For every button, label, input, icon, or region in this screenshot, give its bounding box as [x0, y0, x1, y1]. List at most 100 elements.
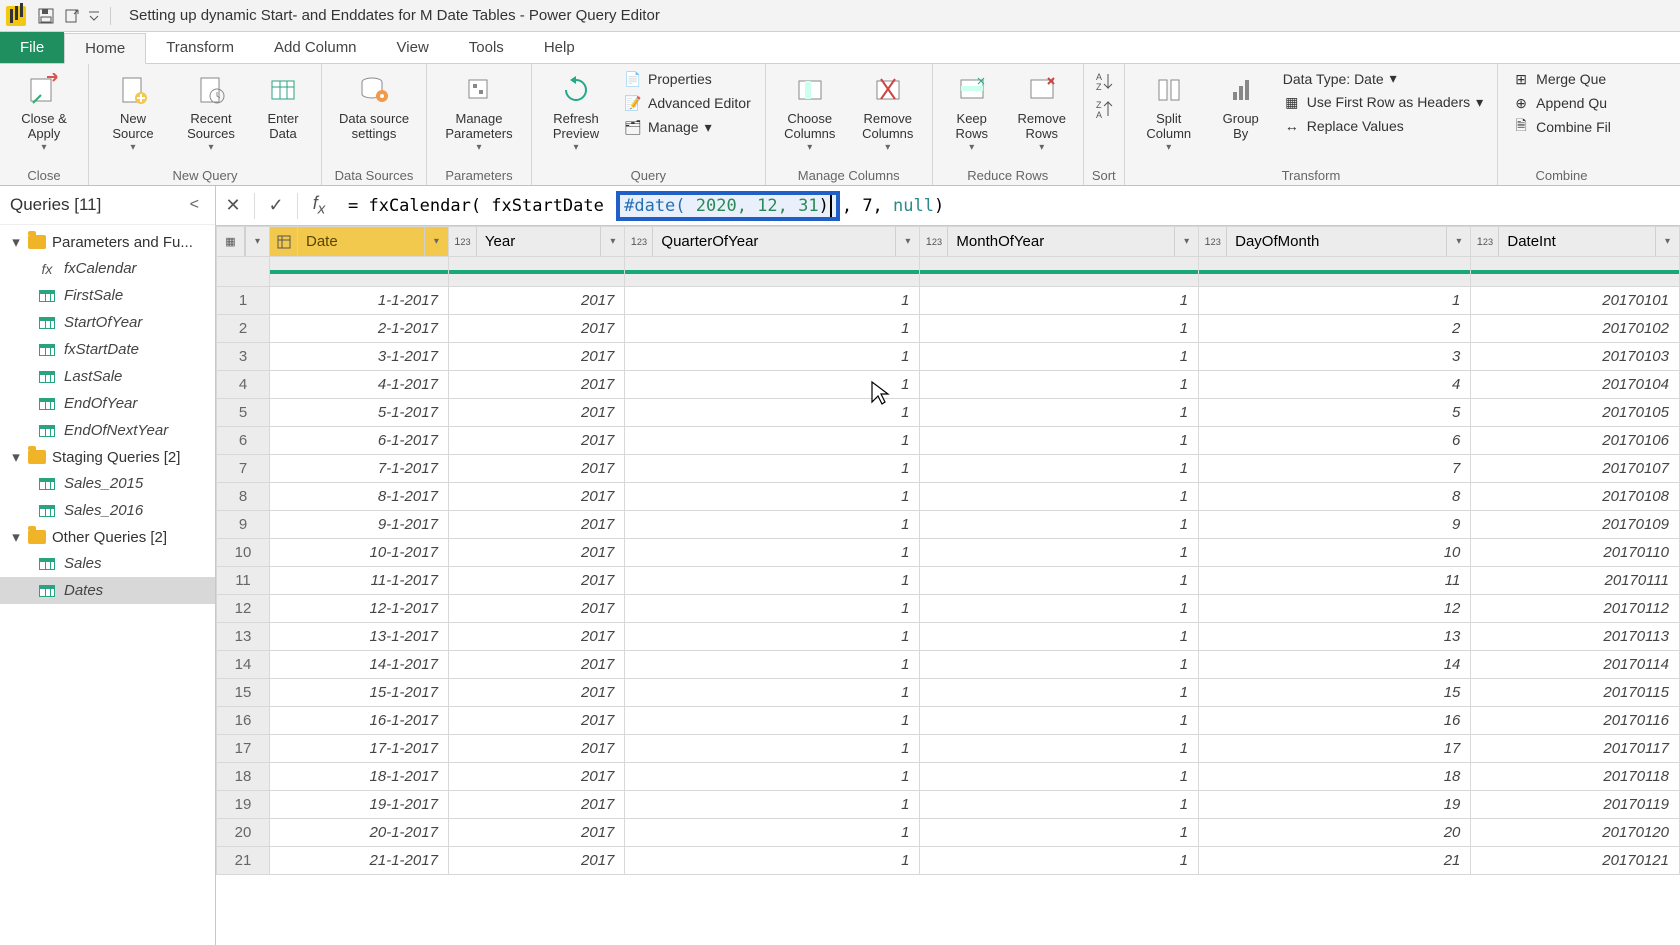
recent-sources-button[interactable]: Recent Sources▾: [175, 68, 247, 155]
cell-monthofyear[interactable]: 1: [920, 763, 1199, 791]
cell-monthofyear[interactable]: 1: [920, 819, 1199, 847]
data-grid[interactable]: ▦▾ Date▾123Year▾123QuarterOfYear▾123Mont…: [216, 226, 1680, 875]
cell-quarterofyear[interactable]: 1: [625, 567, 920, 595]
cell-quarterofyear[interactable]: 1: [625, 707, 920, 735]
row-number[interactable]: 3: [217, 343, 270, 371]
cell-dateint[interactable]: 20170102: [1471, 315, 1680, 343]
query-group-parameters[interactable]: ▾Parameters and Fu...: [0, 229, 215, 255]
column-header-quarterofyear[interactable]: 123QuarterOfYear▾: [625, 227, 920, 257]
table-row[interactable]: 1010-1-20172017111020170110: [217, 539, 1680, 567]
table-row[interactable]: 1111-1-20172017111120170111: [217, 567, 1680, 595]
cell-year[interactable]: 2017: [448, 455, 624, 483]
cell-monthofyear[interactable]: 1: [920, 847, 1199, 875]
query-item-fxstartdate[interactable]: fxStartDate: [0, 336, 215, 363]
row-number[interactable]: 18: [217, 763, 270, 791]
cell-quarterofyear[interactable]: 1: [625, 819, 920, 847]
cell-monthofyear[interactable]: 1: [920, 315, 1199, 343]
cell-quarterofyear[interactable]: 1: [625, 595, 920, 623]
cell-dateint[interactable]: 20170108: [1471, 483, 1680, 511]
formula-input[interactable]: = fxCalendar( fxStartDate #date( 2020, 1…: [340, 187, 1674, 225]
sort-asc-button[interactable]: AZ: [1092, 68, 1116, 94]
cell-dayofmonth[interactable]: 4: [1199, 371, 1471, 399]
tab-add-column[interactable]: Add Column: [254, 32, 377, 63]
cell-dayofmonth[interactable]: 3: [1199, 343, 1471, 371]
cell-quarterofyear[interactable]: 1: [625, 539, 920, 567]
sort-desc-button[interactable]: ZA: [1092, 96, 1116, 122]
column-filter-icon[interactable]: ▾: [895, 227, 919, 256]
column-type-icon[interactable]: 123: [1199, 227, 1227, 256]
table-row[interactable]: 88-1-2017201711820170108: [217, 483, 1680, 511]
choose-columns-button[interactable]: Choose Columns▾: [774, 68, 846, 155]
query-item-endofnextyear[interactable]: EndOfNextYear: [0, 417, 215, 444]
cell-quarterofyear[interactable]: 1: [625, 427, 920, 455]
cell-dateint[interactable]: 20170107: [1471, 455, 1680, 483]
cell-monthofyear[interactable]: 1: [920, 735, 1199, 763]
table-row[interactable]: 66-1-2017201711620170106: [217, 427, 1680, 455]
cell-monthofyear[interactable]: 1: [920, 679, 1199, 707]
tab-view[interactable]: View: [377, 32, 449, 63]
row-number[interactable]: 16: [217, 707, 270, 735]
row-number[interactable]: 13: [217, 623, 270, 651]
cell-dateint[interactable]: 20170109: [1471, 511, 1680, 539]
cell-quarterofyear[interactable]: 1: [625, 679, 920, 707]
cell-dateint[interactable]: 20170113: [1471, 623, 1680, 651]
cell-dayofmonth[interactable]: 17: [1199, 735, 1471, 763]
cell-dayofmonth[interactable]: 9: [1199, 511, 1471, 539]
query-item-endofyear[interactable]: EndOfYear: [0, 390, 215, 417]
table-row[interactable]: 2020-1-20172017112020170120: [217, 819, 1680, 847]
table-row[interactable]: 1414-1-20172017111420170114: [217, 651, 1680, 679]
cell-monthofyear[interactable]: 1: [920, 343, 1199, 371]
column-header-dateint[interactable]: 123DateInt▾: [1471, 227, 1680, 257]
cell-quarterofyear[interactable]: 1: [625, 343, 920, 371]
remove-columns-button[interactable]: Remove Columns▾: [852, 68, 924, 155]
row-number[interactable]: 8: [217, 483, 270, 511]
query-item-dates[interactable]: Dates: [0, 577, 215, 604]
row-number[interactable]: 11: [217, 567, 270, 595]
cell-dayofmonth[interactable]: 1: [1199, 287, 1471, 315]
cell-quarterofyear[interactable]: 1: [625, 847, 920, 875]
cell-date[interactable]: 15-1-2017: [270, 679, 449, 707]
cell-year[interactable]: 2017: [448, 315, 624, 343]
cell-dayofmonth[interactable]: 10: [1199, 539, 1471, 567]
cell-quarterofyear[interactable]: 1: [625, 763, 920, 791]
cell-dateint[interactable]: 20170111: [1471, 567, 1680, 595]
cell-date[interactable]: 1-1-2017: [270, 287, 449, 315]
cell-quarterofyear[interactable]: 1: [625, 371, 920, 399]
formula-accept-button[interactable]: ✓: [259, 189, 293, 223]
cell-date[interactable]: 7-1-2017: [270, 455, 449, 483]
cell-year[interactable]: 2017: [448, 287, 624, 315]
cell-dayofmonth[interactable]: 16: [1199, 707, 1471, 735]
cell-year[interactable]: 2017: [448, 567, 624, 595]
cell-dayofmonth[interactable]: 12: [1199, 595, 1471, 623]
cell-date[interactable]: 21-1-2017: [270, 847, 449, 875]
cell-quarterofyear[interactable]: 1: [625, 735, 920, 763]
query-group-other[interactable]: ▾Other Queries [2]: [0, 524, 215, 550]
table-row[interactable]: 11-1-2017201711120170101: [217, 287, 1680, 315]
first-row-headers-button[interactable]: ▦Use First Row as Headers ▾: [1277, 91, 1489, 113]
cell-dayofmonth[interactable]: 20: [1199, 819, 1471, 847]
combine-files-button[interactable]: 🗎Combine Fil: [1506, 116, 1617, 138]
cell-date[interactable]: 11-1-2017: [270, 567, 449, 595]
cell-monthofyear[interactable]: 1: [920, 427, 1199, 455]
cell-year[interactable]: 2017: [448, 651, 624, 679]
cell-monthofyear[interactable]: 1: [920, 595, 1199, 623]
table-row[interactable]: 2121-1-20172017112120170121: [217, 847, 1680, 875]
cell-date[interactable]: 17-1-2017: [270, 735, 449, 763]
cell-dateint[interactable]: 20170116: [1471, 707, 1680, 735]
row-number[interactable]: 17: [217, 735, 270, 763]
cell-dateint[interactable]: 20170112: [1471, 595, 1680, 623]
cell-dayofmonth[interactable]: 15: [1199, 679, 1471, 707]
column-header-year[interactable]: 123Year▾: [448, 227, 624, 257]
cell-monthofyear[interactable]: 1: [920, 539, 1199, 567]
cell-year[interactable]: 2017: [448, 427, 624, 455]
refresh-preview-button[interactable]: Refresh Preview▾: [540, 68, 612, 155]
formula-cancel-button[interactable]: ✕: [216, 189, 250, 223]
cell-date[interactable]: 9-1-2017: [270, 511, 449, 539]
cell-dateint[interactable]: 20170106: [1471, 427, 1680, 455]
cell-date[interactable]: 6-1-2017: [270, 427, 449, 455]
table-row[interactable]: 22-1-2017201711220170102: [217, 315, 1680, 343]
new-source-button[interactable]: New Source▾: [97, 68, 169, 155]
manage-parameters-button[interactable]: Manage Parameters▾: [435, 68, 523, 155]
query-item-sales2015[interactable]: Sales_2015: [0, 470, 215, 497]
append-queries-button[interactable]: ⊕Append Qu: [1506, 92, 1617, 114]
